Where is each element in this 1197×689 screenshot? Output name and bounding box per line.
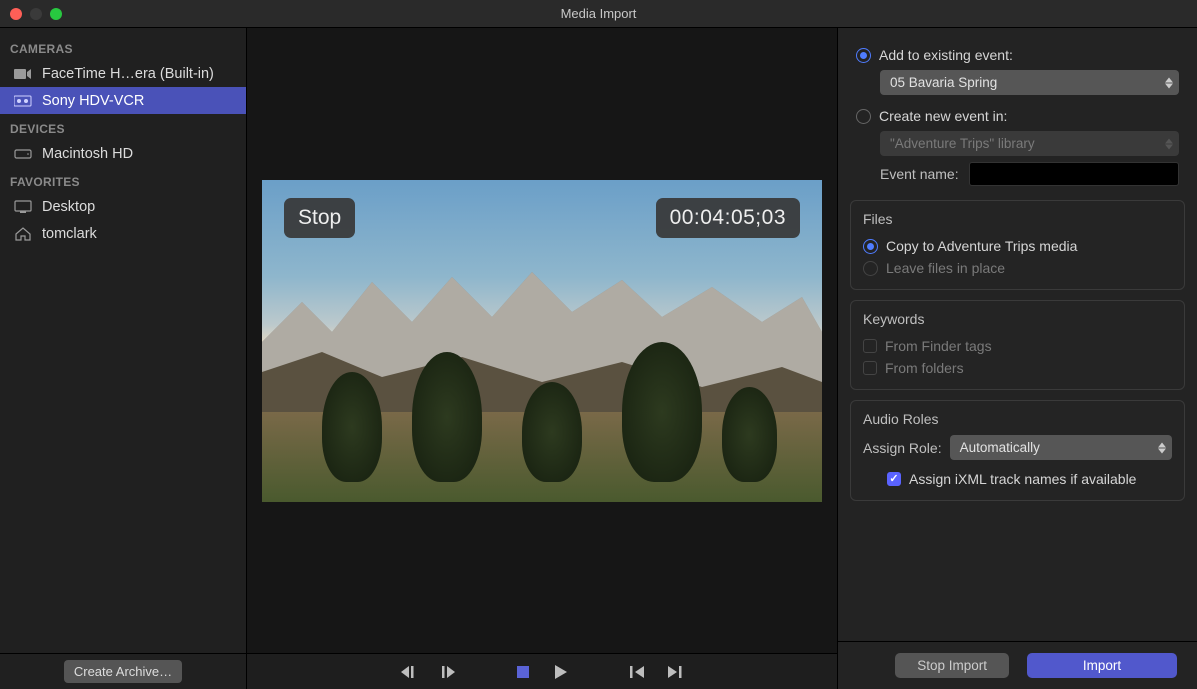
close-window-button[interactable] [10,8,22,20]
transport-bar [247,653,837,689]
import-options-panel: Add to existing event: 05 Bavaria Spring… [838,28,1197,689]
create-new-event-radio[interactable]: Create new event in: [856,105,1179,127]
event-name-label: Event name: [880,166,959,182]
from-folders-checkbox: From folders [863,357,1172,379]
fast-forward-button[interactable] [437,662,457,682]
minimize-window-button[interactable] [30,8,42,20]
window-title: Media Import [0,6,1197,21]
timecode-display: 00:04:05;03 [656,198,800,238]
event-name-input[interactable] [969,162,1179,186]
audio-roles-title: Audio Roles [863,411,1172,427]
prev-clip-button[interactable] [627,662,647,682]
desktop-icon [14,200,32,214]
new-event-library-select: "Adventure Trips" library [880,131,1179,156]
radio-on-icon [863,239,878,254]
audio-roles-section: Audio Roles Assign Role: Automatically A… [850,400,1185,501]
finder-label: From Finder tags [885,338,992,354]
leave-in-place-radio: Leave files in place [863,257,1172,279]
preview-area: Stop 00:04:05;03 [247,28,838,689]
copy-label: Copy to Adventure Trips media [886,238,1077,254]
camera-icon [14,67,32,81]
tree-graphic [722,387,777,482]
sidebar-header-favorites: FAVORITES [0,167,246,193]
import-button[interactable]: Import [1027,653,1177,678]
assign-role-label: Assign Role: [863,440,942,456]
existing-event-select[interactable]: 05 Bavaria Spring [880,70,1179,95]
sidebar-item-facetime[interactable]: FaceTime H…era (Built-in) [0,60,246,87]
sidebar: CAMERAS FaceTime H…era (Built-in) Sony H… [0,28,247,689]
zoom-window-button[interactable] [50,8,62,20]
keywords-title: Keywords [863,311,1172,327]
disk-icon [14,147,32,161]
sidebar-item-label: Macintosh HD [42,146,133,162]
chevron-updown-icon [1158,442,1166,453]
stop-button[interactable] [513,662,533,682]
traffic-lights [0,8,62,20]
video-preview: Stop 00:04:05;03 [262,180,822,502]
chevron-updown-icon [1165,77,1173,88]
rewind-button[interactable] [399,662,419,682]
select-value: Automatically [960,440,1040,455]
sidebar-header-devices: DEVICES [0,114,246,140]
assign-ixml-checkbox[interactable]: Assign iXML track names if available [863,468,1172,490]
sidebar-item-desktop[interactable]: Desktop [0,193,246,220]
select-value: 05 Bavaria Spring [890,75,997,90]
files-title: Files [863,211,1172,227]
tree-graphic [322,372,382,482]
radio-disabled-icon [863,261,878,276]
sidebar-item-macintosh-hd[interactable]: Macintosh HD [0,140,246,167]
import-footer: Stop Import Import [838,641,1197,689]
add-to-existing-label: Add to existing event: [879,47,1013,63]
sidebar-item-label: Desktop [42,199,95,215]
create-archive-button[interactable]: Create Archive… [64,660,182,683]
copy-to-library-radio[interactable]: Copy to Adventure Trips media [863,235,1172,257]
sidebar-item-home[interactable]: tomclark [0,220,246,247]
sidebar-item-label: FaceTime H…era (Built-in) [42,66,214,82]
play-button[interactable] [551,662,571,682]
stop-import-button[interactable]: Stop Import [895,653,1009,678]
from-finder-checkbox: From Finder tags [863,335,1172,357]
sidebar-item-label: Sony HDV-VCR [42,93,144,109]
home-icon [14,227,32,241]
ixml-label: Assign iXML track names if available [909,471,1136,487]
sidebar-item-sony-hdv[interactable]: Sony HDV-VCR [0,87,246,114]
checkbox-off-icon [863,339,877,353]
checkbox-on-icon [887,472,901,486]
radio-off-icon [856,109,871,124]
next-clip-button[interactable] [665,662,685,682]
checkbox-off-icon [863,361,877,375]
stop-capture-button[interactable]: Stop [284,198,355,238]
keywords-section: Keywords From Finder tags From folders [850,300,1185,390]
leave-label: Leave files in place [886,260,1005,276]
tree-graphic [622,342,702,482]
tree-graphic [522,382,582,482]
select-value: "Adventure Trips" library [890,136,1035,151]
add-to-existing-radio[interactable]: Add to existing event: [856,44,1179,66]
sidebar-item-label: tomclark [42,226,97,242]
assign-role-select[interactable]: Automatically [950,435,1172,460]
files-section: Files Copy to Adventure Trips media Leav… [850,200,1185,290]
tree-graphic [412,352,482,482]
sidebar-header-cameras: CAMERAS [0,34,246,60]
titlebar: Media Import [0,0,1197,28]
chevron-updown-icon [1165,138,1173,149]
radio-on-icon [856,48,871,63]
create-new-label: Create new event in: [879,108,1007,124]
folders-label: From folders [885,360,964,376]
tape-icon [14,94,32,108]
